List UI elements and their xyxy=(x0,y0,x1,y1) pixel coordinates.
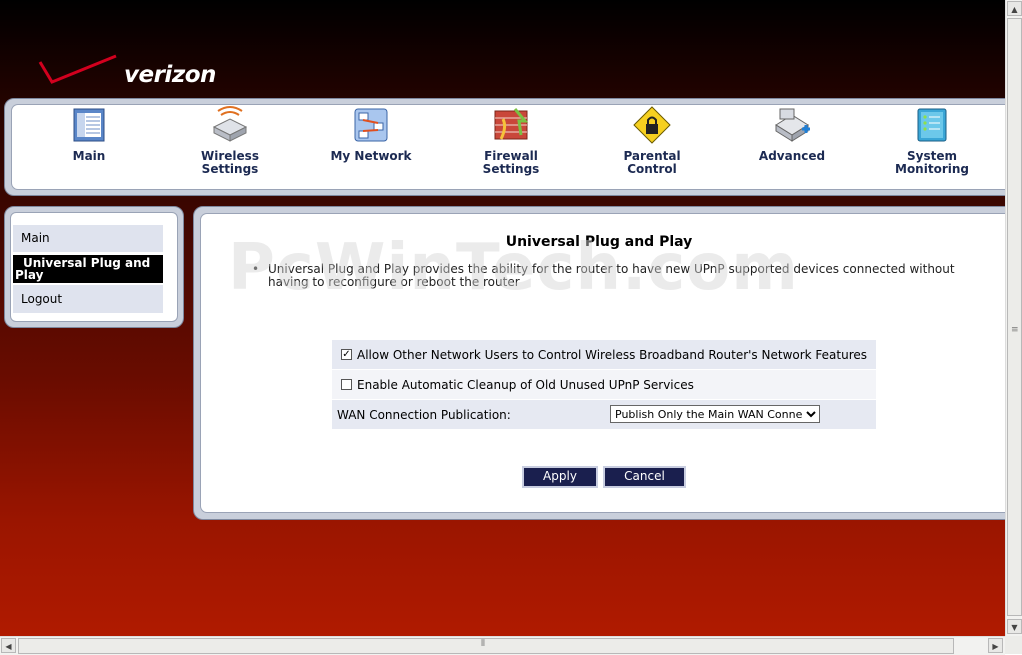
nav-wireless-settings[interactable]: Wireless Settings xyxy=(180,105,280,176)
auto-cleanup-label: Enable Automatic Cleanup of Old Unused U… xyxy=(357,378,694,392)
nav-advanced-label: Advanced xyxy=(758,149,826,163)
vertical-scroll-thumb[interactable]: ≡ xyxy=(1007,18,1022,616)
nav-advanced[interactable]: Advanced xyxy=(742,105,842,163)
bullet-icon: • xyxy=(252,262,260,276)
sidebar-item-label: Main xyxy=(21,231,50,245)
horizontal-scroll-thumb[interactable]: ⦀ xyxy=(18,638,954,654)
page-description: • Universal Plug and Play provides the a… xyxy=(252,262,978,289)
scrollbar-corner xyxy=(1005,636,1022,654)
nav-system-monitoring[interactable]: System Monitoring xyxy=(882,105,982,176)
sidebar-item-universal-plug-and-play[interactable]: Universal Plug and Play xyxy=(13,255,163,283)
advanced-icon xyxy=(775,108,810,142)
horizontal-scrollbar[interactable]: ◀ ⦀ ▶ xyxy=(0,636,1005,655)
description-text: Universal Plug and Play provides the abi… xyxy=(268,262,955,289)
scroll-left-icon[interactable]: ◀ xyxy=(1,638,16,653)
cancel-button[interactable]: Cancel xyxy=(603,466,686,488)
nav-my-network-label: My Network xyxy=(330,149,412,163)
nav-parental-control-label: Parental Control xyxy=(623,149,681,176)
grip-icon: ≡ xyxy=(1011,325,1019,335)
wan-publication-label: WAN Connection Publication: xyxy=(337,408,511,422)
sidebar: Main Universal Plug and Play Logout xyxy=(4,206,184,328)
wan-publication-row: WAN Connection Publication: Publish Only… xyxy=(332,400,876,430)
sidebar-item-label: Universal Plug and Play xyxy=(15,256,151,282)
nav-wireless-settings-label: Wireless Settings xyxy=(201,149,259,176)
scroll-up-icon[interactable]: ▲ xyxy=(1007,1,1022,16)
nav-main-label: Main xyxy=(72,149,106,163)
auto-cleanup-row: Enable Automatic Cleanup of Old Unused U… xyxy=(332,370,876,400)
allow-control-row: ✓ Allow Other Network Users to Control W… xyxy=(332,340,876,370)
scroll-right-icon[interactable]: ▶ xyxy=(988,638,1003,653)
main-icon xyxy=(73,108,105,142)
nav-system-monitoring-label: System Monitoring xyxy=(895,149,969,176)
wan-publication-select[interactable]: Publish Only the Main WAN Connection xyxy=(610,405,820,423)
vertical-scrollbar[interactable]: ▲ ≡ ▼ xyxy=(1005,0,1022,636)
nav-firewall-settings-label: Firewall Settings xyxy=(482,149,540,176)
nav-firewall-settings[interactable]: Firewall Settings xyxy=(461,105,561,176)
grip-icon: ⦀ xyxy=(481,639,485,649)
auto-cleanup-checkbox[interactable] xyxy=(341,379,352,390)
firewall-settings-icon xyxy=(494,108,529,140)
parental-control-icon xyxy=(633,106,671,144)
apply-button[interactable]: Apply xyxy=(522,466,598,488)
allow-control-checkbox[interactable]: ✓ xyxy=(341,349,352,360)
allow-control-label: Allow Other Network Users to Control Wir… xyxy=(357,348,868,362)
sidebar-item-label: Logout xyxy=(21,292,63,306)
nav-my-network[interactable]: My Network xyxy=(321,105,421,163)
nav-main[interactable]: Main xyxy=(39,105,139,163)
page-frame: verizon Main Wireless Settings My Networ… xyxy=(0,0,1005,636)
sidebar-item-main[interactable]: Main xyxy=(13,225,163,252)
logo-text: verizon xyxy=(124,62,216,88)
scroll-down-icon[interactable]: ▼ xyxy=(1007,619,1022,634)
verizon-logo: verizon xyxy=(38,52,228,94)
nav-parental-control[interactable]: Parental Control xyxy=(602,105,702,176)
my-network-icon xyxy=(354,108,388,142)
wireless-settings-icon xyxy=(212,106,248,142)
sidebar-item-logout[interactable]: Logout xyxy=(13,285,163,313)
top-navigation: Main Wireless Settings My Network Firewa… xyxy=(4,98,1005,196)
system-monitoring-icon xyxy=(917,108,947,142)
page-title: Universal Plug and Play xyxy=(505,234,693,250)
